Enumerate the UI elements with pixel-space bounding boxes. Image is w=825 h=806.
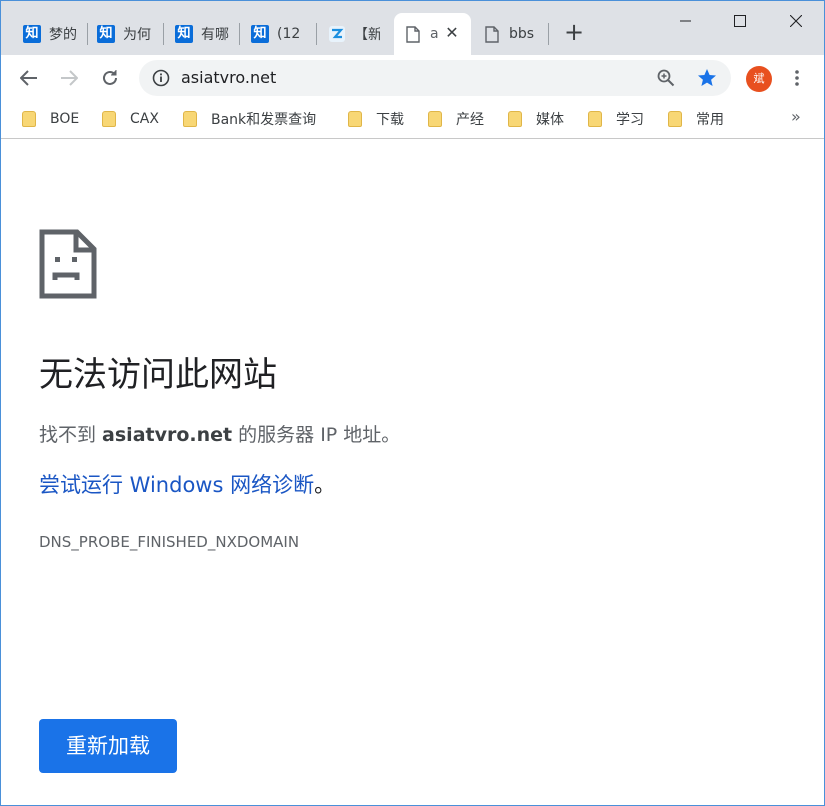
zoom-icon[interactable] [657, 69, 675, 91]
back-button[interactable] [13, 62, 45, 94]
reload-button[interactable] [94, 62, 126, 94]
tab-separator [239, 23, 240, 45]
bookmark-industry[interactable]: 产经 [428, 108, 484, 130]
minimize-icon [680, 20, 691, 22]
bookmark-common[interactable]: 常用 [668, 108, 724, 130]
zhihu-icon: 知 [175, 25, 193, 43]
tab-title: bbs [509, 26, 535, 42]
video-site-icon [328, 25, 346, 43]
tab-1[interactable]: 知 梦的 [15, 13, 88, 55]
close-window-button[interactable] [767, 1, 824, 41]
bookmark-cax[interactable]: CAX [102, 108, 159, 130]
toolbar: asiatvro.net [1, 55, 824, 101]
tab-strip: 知 梦的 知 为何 知 有哪 知 (12 【新 a ✕ bbs + [1, 1, 824, 55]
tab-title: (12 [277, 26, 301, 42]
zhihu-icon: 知 [251, 25, 269, 43]
folder-icon [588, 111, 602, 127]
folder-icon [102, 111, 116, 127]
tab-title: 【新 [354, 27, 380, 43]
bookmark-boe[interactable]: BOE [22, 108, 79, 130]
minimize-button[interactable] [657, 1, 715, 41]
maximize-button[interactable] [711, 1, 769, 41]
back-arrow-icon [20, 70, 37, 86]
bookmark-star-icon[interactable] [697, 68, 717, 92]
folder-icon [428, 111, 442, 127]
tab-title: a [430, 26, 438, 42]
bookmark-bank[interactable]: Bank和发票查询 [183, 108, 316, 130]
folder-icon [668, 111, 682, 127]
tab-3[interactable]: 知 有哪 [165, 13, 240, 55]
error-title: 无法访问此网站 [39, 355, 277, 395]
error-page: 无法访问此网站 找不到 asiatvro.net 的服务器 IP 地址。 尝试运… [1, 139, 824, 805]
folder-icon [348, 111, 362, 127]
browser-window: 知 梦的 知 为何 知 有哪 知 (12 【新 a ✕ bbs + asiatv… [0, 0, 825, 806]
zhihu-icon: 知 [97, 25, 115, 43]
close-tab-icon[interactable]: ✕ [443, 24, 461, 42]
tab-2[interactable]: 知 为何 [89, 13, 164, 55]
new-tab-button[interactable]: + [563, 20, 585, 45]
bookmarks-overflow-button[interactable]: » [791, 107, 801, 126]
folder-icon [22, 111, 36, 127]
tab-4[interactable]: 知 (12 [241, 13, 317, 55]
forward-button[interactable] [53, 62, 85, 94]
tab-7[interactable]: bbs [473, 13, 549, 55]
error-code: DNS_PROBE_FINISHED_NXDOMAIN [39, 533, 300, 551]
tab-title: 有哪 [201, 27, 229, 43]
diagnostics-paragraph: 尝试运行 Windows 网络诊断。 [39, 473, 336, 497]
reload-icon [103, 70, 117, 85]
tab-5[interactable]: 【新 [318, 13, 393, 55]
maximize-icon [734, 15, 746, 27]
tab-separator [548, 23, 549, 45]
bookmark-study[interactable]: 学习 [588, 108, 644, 130]
tab-separator [316, 23, 317, 45]
info-icon[interactable] [152, 69, 170, 91]
error-description: 找不到 asiatvro.net 的服务器 IP 地址。 [39, 424, 401, 446]
zhihu-icon: 知 [23, 25, 41, 43]
tab-title: 梦的 [49, 27, 77, 43]
tab-title: 为何 [123, 27, 151, 43]
bookmark-media[interactable]: 媒体 [508, 108, 564, 130]
bookmark-download[interactable]: 下载 [348, 108, 404, 130]
more-vert-icon [795, 70, 799, 86]
address-bar[interactable]: asiatvro.net [139, 60, 731, 96]
tab-active[interactable]: a ✕ [394, 13, 471, 55]
folder-icon [183, 111, 197, 127]
error-host: asiatvro.net [102, 424, 233, 446]
profile-avatar[interactable]: 斌 [746, 66, 772, 92]
tab-separator [87, 23, 88, 45]
run-diagnostics-link[interactable]: 尝试运行 Windows 网络诊断 [39, 473, 314, 497]
close-icon [790, 15, 802, 27]
forward-arrow-icon [61, 70, 78, 86]
folder-icon [508, 111, 522, 127]
url-text: asiatvro.net [181, 68, 277, 87]
bookmarks-bar: BOE CAX Bank和发票查询 下载 产经 媒体 学习 常用 [1, 101, 824, 139]
sad-page-icon [39, 229, 97, 299]
page-icon [404, 25, 422, 43]
tab-separator [163, 23, 164, 45]
page-icon [483, 25, 501, 43]
reload-page-button[interactable]: 重新加载 [39, 719, 177, 773]
menu-button[interactable] [781, 62, 813, 94]
